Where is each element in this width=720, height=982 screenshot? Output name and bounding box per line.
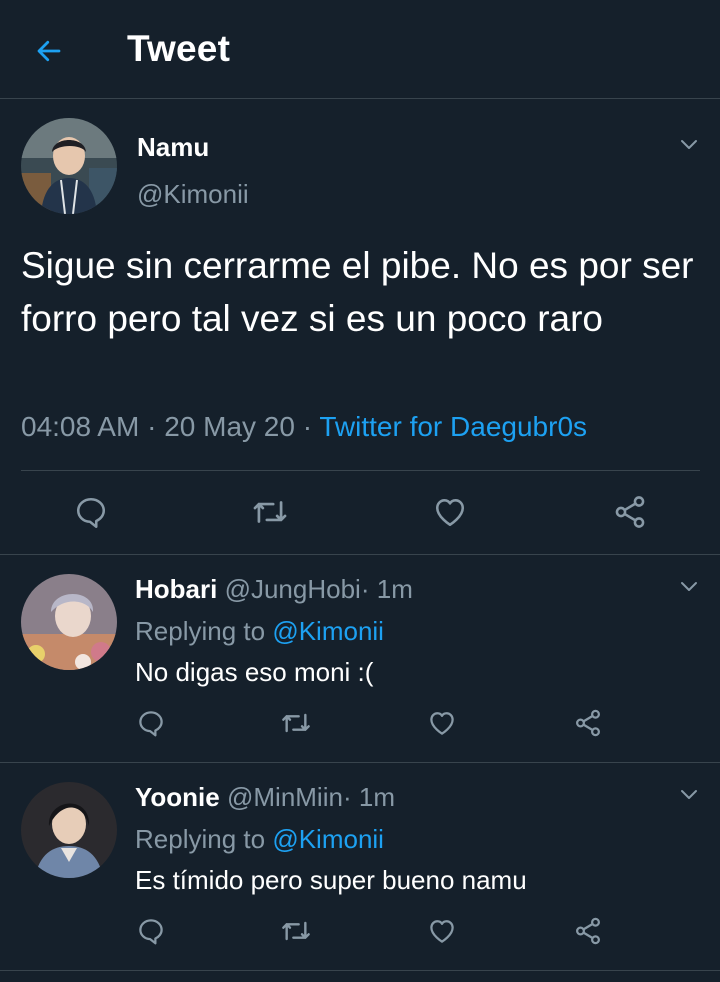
like-button[interactable] xyxy=(422,911,462,951)
replying-to: Replying to @Kimonii xyxy=(135,824,384,855)
tweet-meta: 04:08 AM · 20 May 20 · Twitter for Daegu… xyxy=(21,411,587,443)
share-icon xyxy=(575,709,601,737)
share-button[interactable] xyxy=(568,703,608,743)
author-name[interactable]: Namu xyxy=(137,132,209,163)
main-tweet: Namu @Kimonii Sigue sin cerrarme el pibe… xyxy=(0,99,720,555)
retweet-button[interactable] xyxy=(250,492,290,532)
tweet-actions xyxy=(0,703,720,743)
reply-tweet[interactable]: Hobari @JungHobi· 1m Replying to @Kimoni… xyxy=(0,555,720,763)
chevron-down-icon xyxy=(681,582,697,591)
tweet-actions xyxy=(0,487,720,537)
retweet-button[interactable] xyxy=(276,703,316,743)
divider xyxy=(21,470,700,471)
page-title: Tweet xyxy=(127,28,231,69)
meta-separator: · xyxy=(147,411,157,442)
tweet-options-button[interactable] xyxy=(677,574,701,598)
like-button[interactable] xyxy=(422,703,462,743)
author-handle[interactable]: @MinMiin xyxy=(227,782,343,812)
avatar[interactable] xyxy=(21,782,117,878)
share-icon xyxy=(615,496,645,528)
meta-separator: · xyxy=(302,411,313,442)
reply-button[interactable] xyxy=(131,703,171,743)
share-button[interactable] xyxy=(610,492,650,532)
avatar[interactable] xyxy=(21,574,117,670)
share-icon xyxy=(575,917,601,945)
reply-header: Yoonie @MinMiin· 1m xyxy=(135,782,395,813)
reply-time: 1m xyxy=(376,574,413,604)
retweet-button[interactable] xyxy=(276,911,316,951)
mention-link[interactable]: @Kimonii xyxy=(272,616,384,646)
chevron-down-icon xyxy=(681,140,697,149)
replying-prefix: Replying to xyxy=(135,824,266,854)
meta-separator: · xyxy=(342,782,352,812)
tweet-options-button[interactable] xyxy=(677,782,701,806)
replying-prefix: Replying to xyxy=(135,616,266,646)
retweet-icon xyxy=(253,501,287,523)
reply-text: Es tímido pero super bueno namu xyxy=(135,865,527,895)
reply-time: 1m xyxy=(358,782,395,812)
back-button[interactable] xyxy=(28,30,70,72)
author-name[interactable]: Yoonie xyxy=(135,782,220,812)
tweet-source-link[interactable]: Twitter for Daegubr0s xyxy=(319,411,587,442)
tweet-time: 04:08 AM xyxy=(21,411,140,442)
chevron-down-icon xyxy=(681,790,697,799)
mention-link[interactable]: @Kimonii xyxy=(272,824,384,854)
tweet-actions xyxy=(0,911,720,951)
reply-icon xyxy=(139,711,163,737)
tweet-date: 20 May 20 xyxy=(164,411,295,442)
reply-tweet[interactable]: Yoonie @MinMiin· 1m Replying to @Kimonii… xyxy=(0,763,720,971)
heart-icon xyxy=(430,920,454,943)
heart-icon xyxy=(435,499,465,527)
reply-icon xyxy=(139,919,163,945)
tweet-options-button[interactable] xyxy=(677,132,701,156)
share-button[interactable] xyxy=(568,911,608,951)
tweet-text: Sigue sin cerrarme el pibe. No es por se… xyxy=(21,245,694,339)
meta-separator: · xyxy=(360,574,370,604)
reply-text: No digas eso moni :( xyxy=(135,657,374,687)
avatar[interactable] xyxy=(21,118,117,214)
author-handle[interactable]: @Kimonii xyxy=(137,179,249,210)
retweet-icon xyxy=(282,921,310,941)
like-button[interactable] xyxy=(430,492,470,532)
replying-to: Replying to @Kimonii xyxy=(135,616,384,647)
reply-button[interactable] xyxy=(71,492,111,532)
reply-header: Hobari @JungHobi· 1m xyxy=(135,574,413,605)
reply-icon xyxy=(76,497,106,528)
author-handle[interactable]: @JungHobi xyxy=(225,574,361,604)
retweet-icon xyxy=(282,713,310,733)
top-bar: Tweet xyxy=(0,0,720,99)
author-name[interactable]: Hobari xyxy=(135,574,217,604)
arrow-left-icon xyxy=(37,40,61,62)
heart-icon xyxy=(430,712,454,735)
reply-button[interactable] xyxy=(131,911,171,951)
